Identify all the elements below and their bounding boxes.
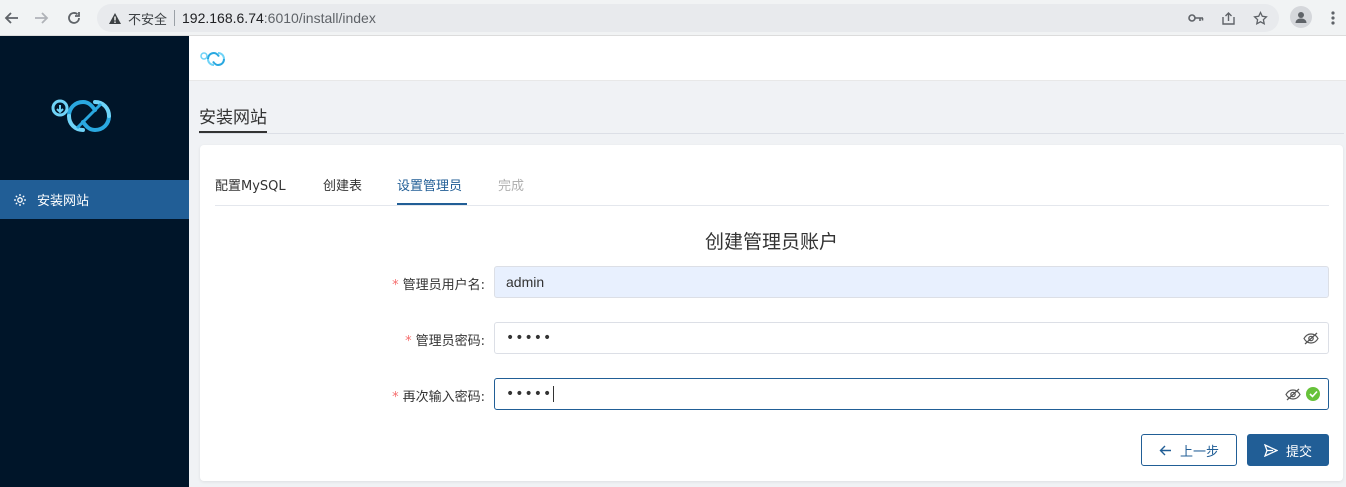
warning-icon	[108, 11, 122, 25]
sidebar-item-label: 安装网站	[37, 194, 90, 209]
tab-divider	[199, 133, 1344, 134]
arrow-left-icon	[1159, 445, 1172, 456]
confirm-label-text: 再次输入密码:	[402, 390, 485, 405]
username-value: admin	[506, 274, 545, 290]
page-tab-install-site[interactable]: 安装网站	[199, 103, 267, 133]
username-input[interactable]: admin	[494, 266, 1329, 298]
url-text: 192.168.6.74:6010/install/index	[182, 10, 376, 26]
gear-icon	[12, 192, 28, 208]
tab-set-admin[interactable]: 设置管理员	[397, 175, 462, 194]
browser-menu-icon[interactable]	[1325, 7, 1341, 29]
url-path: :6010/install/index	[263, 10, 376, 26]
tab-create-tables[interactable]: 创建表	[323, 175, 362, 194]
required-mark: *	[405, 334, 412, 349]
confirm-password-value: •••••	[506, 386, 555, 402]
eye-off-icon[interactable]	[1285, 387, 1301, 401]
bookmark-star-icon[interactable]	[1251, 9, 1269, 27]
username-label: * 管理员用户名:	[215, 274, 485, 293]
password-label: * 管理员密码:	[215, 330, 485, 349]
check-circle-icon	[1306, 387, 1320, 401]
confirm-dots: •••••	[506, 386, 553, 402]
install-card: 配置MySQL 创建表 设置管理员 完成 创建管理员账户 * 管理员用户名: ad…	[200, 145, 1343, 481]
back-icon[interactable]	[0, 6, 24, 30]
active-tab-indicator	[397, 203, 467, 205]
confirm-password-input[interactable]: •••••	[494, 378, 1329, 410]
username-label-text: 管理员用户名:	[402, 278, 485, 293]
eye-off-icon[interactable]	[1303, 331, 1319, 345]
previous-step-button[interactable]: 上一步	[1141, 434, 1237, 466]
form-title: 创建管理员账户	[704, 231, 838, 253]
header-logo-icon	[199, 50, 233, 68]
brand-logo-icon	[47, 94, 131, 138]
step-tabs: 配置MySQL 创建表 设置管理员 完成	[215, 145, 1329, 206]
insecure-label: 不安全	[128, 12, 168, 28]
tab-finish: 完成	[498, 179, 525, 194]
url-host: 192.168.6.74	[182, 10, 264, 26]
profile-avatar-icon[interactable]	[1290, 6, 1312, 28]
top-header	[189, 36, 1346, 81]
password-input[interactable]: •••••	[494, 322, 1329, 354]
address-bar[interactable]: 不安全 192.168.6.74:6010/install/index	[97, 4, 1279, 32]
key-icon[interactable]	[1187, 9, 1205, 27]
browser-toolbar: 不安全 192.168.6.74:6010/install/index	[0, 0, 1346, 36]
share-icon[interactable]	[1219, 9, 1237, 27]
tab-configure-mysql[interactable]: 配置MySQL	[215, 175, 286, 194]
reload-icon[interactable]	[62, 6, 86, 30]
text-caret	[553, 386, 555, 402]
send-icon	[1263, 443, 1278, 457]
password-value: •••••	[506, 330, 553, 346]
submit-button[interactable]: 提交	[1247, 434, 1329, 466]
sidebar: 安装网站	[0, 36, 189, 487]
forward-icon[interactable]	[29, 6, 53, 30]
previous-step-label: 上一步	[1179, 444, 1219, 460]
confirm-password-label: * 再次输入密码:	[215, 386, 485, 405]
required-mark: *	[392, 278, 399, 293]
required-mark: *	[392, 390, 399, 405]
submit-label: 提交	[1285, 444, 1312, 460]
password-label-text: 管理员密码:	[415, 334, 485, 349]
url-separator	[174, 10, 176, 26]
sidebar-item-install-site[interactable]: 安装网站	[0, 180, 189, 219]
